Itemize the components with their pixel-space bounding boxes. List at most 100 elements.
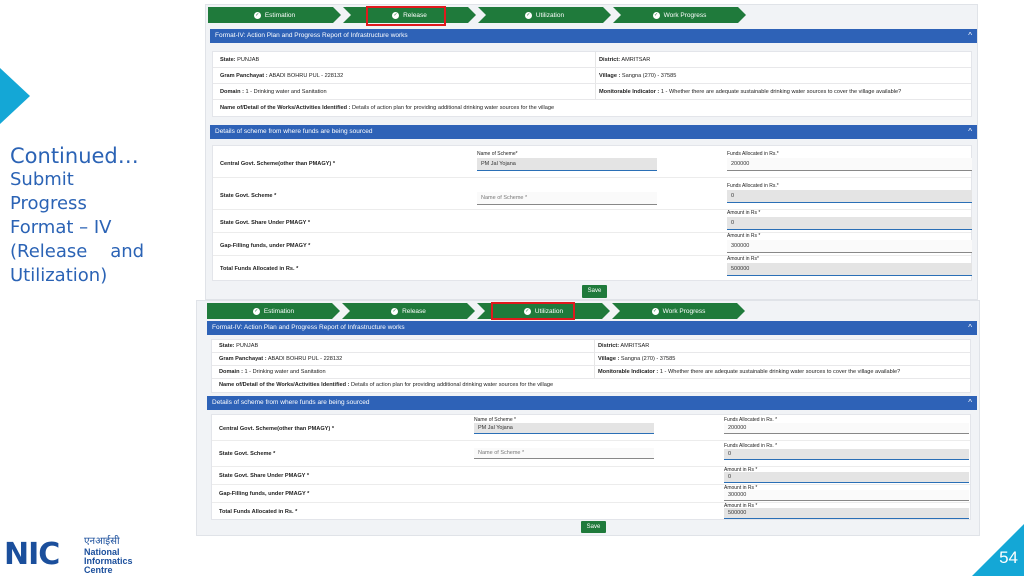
fund-row-state-share: State Govt. Share Under PMAGY * Amount i… (212, 467, 970, 485)
step-work-progress[interactable]: ✓ Work Progress (613, 7, 746, 23)
amount-label: Amount in Rs (727, 256, 758, 262)
funds-card: Central Govt. Scheme(other than PMAGY) *… (211, 414, 971, 520)
save-button[interactable]: Save (582, 285, 607, 298)
fund-row-gap: Gap-Filling funds, under PMAGY * Amount … (212, 485, 970, 503)
district-value: AMRITSAR (621, 57, 651, 63)
required-mark: * (776, 151, 779, 157)
district-value: AMRITSAR (620, 343, 650, 349)
info-row-gp: Gram Panchayat : ABADI BOHRU PUL - 22813… (213, 68, 971, 84)
funds-header-bar[interactable]: Details of scheme from where funds are b… (207, 396, 977, 410)
step-work-progress[interactable]: ✓ Work Progress (612, 303, 745, 319)
indicator-label: Monitorable Indicator : (598, 369, 659, 375)
state-value: PUNJAB (236, 343, 259, 349)
state-scheme-label: State Govt. Scheme (219, 451, 272, 457)
gp-value: ABADI BOHRU PUL - 228132 (268, 73, 344, 79)
screenshot-utilization: ✓ Estimation ✓ Release ✓ Utilization ✓ Work … (196, 300, 980, 536)
required-mark: * (331, 426, 335, 432)
state-scheme-label: State Govt. Scheme (220, 193, 273, 199)
state-share-input[interactable]: 0 (727, 217, 972, 230)
required-mark: * (525, 195, 528, 201)
required-mark: * (307, 491, 310, 497)
gp-label: Gram Panchayat : (220, 73, 268, 79)
report-info-card: State: PUNJAB District: AMRITSAR Gram Pa… (211, 339, 971, 393)
gp-label: Gram Panchayat : (219, 356, 267, 362)
state-scheme-input[interactable]: Name of Scheme * (477, 192, 657, 205)
check-icon: ✓ (392, 307, 397, 314)
works-label: Name of/Detail of the Works/Activities I… (219, 382, 350, 388)
state-scheme-placeholder: Name of Scheme (481, 195, 524, 201)
funds-card: Central Govt. Scheme(other than PMAGY) *… (212, 145, 972, 281)
info-row-works: Name of/Detail of the Works/Activities I… (212, 379, 970, 392)
fund-row-total: Total Funds Allocated in Rs. * Amount in… (213, 256, 972, 280)
total-amount-input[interactable]: 500000 (727, 263, 972, 276)
fund-row-state: State Govt. Scheme * Name of Scheme * Fu… (212, 441, 970, 467)
gap-amount-input[interactable]: 300000 (724, 490, 969, 501)
check-icon: ✓ (254, 307, 259, 314)
state-scheme-input[interactable]: Name of Scheme * (474, 448, 654, 459)
state-share-input[interactable]: 0 (724, 472, 969, 483)
village-label: Village : (598, 356, 620, 362)
nic-logo-text: National Informatics Centre (84, 548, 133, 575)
step-label: Work Progress (662, 307, 706, 315)
gap-amount-input[interactable]: 300000 (727, 240, 972, 253)
required-mark: * (332, 161, 336, 167)
check-icon: ✓ (526, 11, 531, 18)
info-row-state: State: PUNJAB District: AMRITSAR (212, 340, 970, 353)
nic-logo: NIC एनआईसी National Informatics Centre (4, 536, 134, 575)
info-row-domain: Domain : 1 - Drinking water and Sanitati… (212, 366, 970, 379)
required-mark: * (758, 233, 761, 239)
village-label: Village : (599, 73, 621, 79)
domain-label: Domain : (220, 89, 244, 95)
central-funds-input[interactable]: 200000 (724, 423, 969, 434)
info-row-works: Name of/Detail of the Works/Activities I… (213, 100, 971, 116)
central-scheme-input[interactable]: PM Jal Yojana (477, 158, 657, 171)
required-mark: * (295, 509, 298, 515)
required-mark: * (274, 193, 277, 199)
report-info-card: State: PUNJAB District: AMRITSAR Gram Pa… (212, 51, 972, 117)
village-value: Sangna (270) - 37585 (621, 73, 677, 79)
gp-value: ABADI BOHRU PUL - 228132 (267, 356, 343, 362)
funds-alloc-label: Funds Allocated in Rs. (727, 151, 777, 157)
central-scheme-input[interactable]: PM Jal Yojana (474, 423, 654, 434)
state-share-label: State Govt. Share Under PMAGY (219, 473, 306, 479)
save-button[interactable]: Save (581, 521, 606, 533)
fund-row-total: Total Funds Allocated in Rs. * Amount in… (212, 503, 970, 521)
step-estimation[interactable]: ✓ Estimation (208, 7, 341, 23)
chevron-up-icon[interactable]: ^ (968, 29, 972, 43)
fund-row-state-share: State Govt. Share Under PMAGY * Amount i… (213, 210, 972, 233)
slide-title-body: Submit Progress Format – IV (Release and… (10, 169, 145, 286)
funds-alloc-label: Funds Allocated in Rs. (727, 183, 777, 189)
fund-row-central: Central Govt. Scheme(other than PMAGY) *… (213, 146, 972, 178)
central-label: Central Govt. Scheme(other than PMAGY) (220, 161, 332, 167)
step-label: Estimation (264, 11, 296, 19)
chevron-up-icon[interactable]: ^ (968, 125, 972, 139)
step-label: Utilization (535, 11, 565, 19)
chevron-up-icon[interactable]: ^ (968, 396, 972, 410)
step-release[interactable]: ✓ Release (342, 303, 475, 319)
state-label: State: (219, 343, 235, 349)
state-funds-input[interactable]: 0 (727, 190, 972, 203)
step-estimation[interactable]: ✓ Estimation (207, 303, 340, 319)
required-mark: * (273, 451, 276, 457)
nic-logo-hindi: एनआईसी (84, 536, 120, 547)
info-row-gp: Gram Panchayat : ABADI BOHRU PUL - 22813… (212, 353, 970, 366)
total-amount-input[interactable]: 500000 (724, 508, 969, 519)
step-label: Estimation (263, 307, 295, 315)
step-utilization[interactable]: ✓ Utilization (478, 7, 611, 23)
central-funds-input[interactable]: 200000 (727, 158, 972, 171)
state-funds-input[interactable]: 0 (724, 449, 969, 460)
check-icon: ✓ (653, 11, 659, 18)
amount-label: Amount in Rs (727, 210, 758, 216)
required-mark: * (757, 256, 759, 262)
report-title: Format-IV: Action Plan and Progress Repo… (212, 324, 405, 331)
report-header-bar[interactable]: Format-IV: Action Plan and Progress Repo… (210, 29, 977, 43)
funds-header-bar[interactable]: Details of scheme from where funds are b… (210, 125, 977, 139)
fund-row-state: State Govt. Scheme * Name of Scheme * Fu… (213, 178, 972, 210)
decor-triangle-left (0, 68, 30, 124)
state-scheme-placeholder: Name of Scheme (478, 450, 521, 456)
indicator-value: 1 - Whether there are adequate sustainab… (660, 89, 902, 95)
required-mark: * (307, 220, 311, 226)
report-header-bar[interactable]: Format-IV: Action Plan and Progress Repo… (207, 321, 977, 335)
chevron-up-icon[interactable]: ^ (968, 321, 972, 335)
info-row-state: State: PUNJAB District: AMRITSAR (213, 52, 971, 68)
